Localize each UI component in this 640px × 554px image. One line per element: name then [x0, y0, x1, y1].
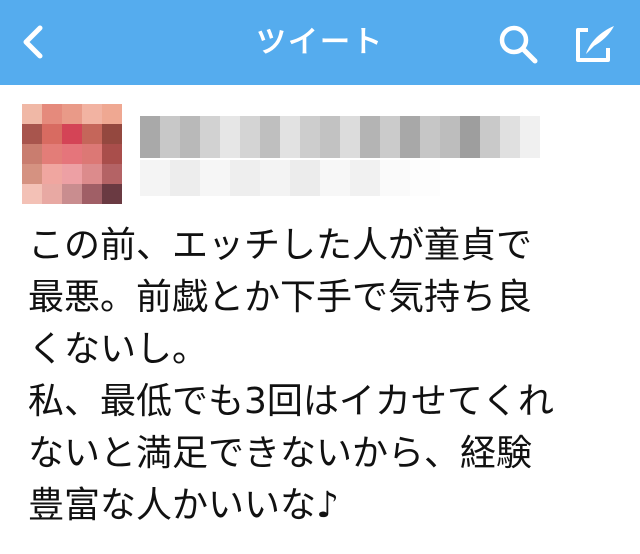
username-blurred[interactable]: [140, 116, 540, 158]
tweet-text: この前、エッチした人が童貞で 最悪。前戯とか下手で気持ち良 くないし。 私、最低…: [28, 220, 628, 532]
tweet-line: この前、エッチした人が童貞で: [28, 225, 533, 266]
tweet-line: 最悪。前戯とか下手で気持ち良: [28, 277, 533, 318]
tweet-line: くないし。: [28, 329, 209, 370]
search-icon[interactable]: [496, 22, 540, 66]
tweet-line: 私、最低でも3回はイカせてくれ: [28, 381, 554, 422]
tweet-line: ないと満足できないから、経験: [28, 433, 533, 474]
nav-bar: ツイート: [0, 0, 640, 85]
tweet-line: 豊富な人かいいな♪: [28, 485, 339, 526]
page-title: ツイート: [256, 25, 384, 60]
compose-icon[interactable]: [570, 20, 618, 68]
avatar[interactable]: [22, 104, 122, 204]
handle-blurred: [140, 160, 440, 196]
